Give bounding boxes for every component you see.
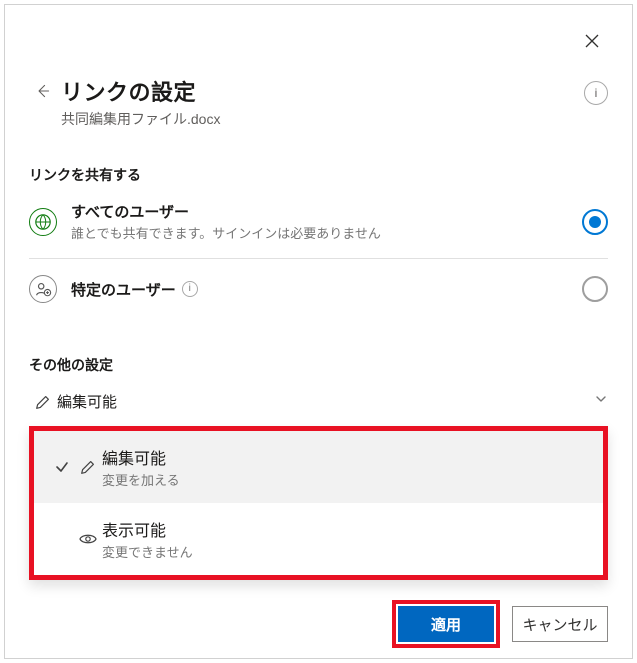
arrow-left-icon xyxy=(35,81,51,101)
option-text: 表示可能 変更できません xyxy=(102,517,587,561)
scope-text: すべてのユーザー 誰とでも共有できます。サインインは必要ありません xyxy=(71,201,582,242)
dialog-title: リンクの設定 xyxy=(61,75,584,107)
permission-option-view[interactable]: 表示可能 変更できません xyxy=(34,503,603,575)
chevron-down-icon xyxy=(594,392,608,411)
close-button[interactable] xyxy=(576,25,608,57)
section-other-label: その他の設定 xyxy=(29,355,608,375)
section-share-label: リンクを共有する xyxy=(29,165,608,185)
option-text: 編集可能 変更を加える xyxy=(102,445,587,489)
permission-option-edit[interactable]: 編集可能 変更を加える xyxy=(34,431,603,503)
permission-dropdown-highlight: 編集可能 変更を加える 表示可能 変更できません xyxy=(29,426,608,580)
dialog-footer: 適用 キャンセル xyxy=(29,600,608,648)
info-icon: i xyxy=(595,87,598,99)
eye-icon xyxy=(74,529,102,549)
option-view-desc: 変更できません xyxy=(102,542,587,561)
scope-anyone-title: すべてのユーザー xyxy=(71,201,582,222)
scope-anyone-desc: 誰とでも共有できます。サインインは必要ありません xyxy=(71,223,582,242)
info-button[interactable]: i xyxy=(584,81,608,105)
radio-specific[interactable] xyxy=(582,276,608,302)
scope-option-specific[interactable]: 特定のユーザー i xyxy=(29,259,608,319)
globe-icon xyxy=(29,208,57,236)
pencil-icon xyxy=(29,393,57,411)
apply-highlight: 適用 xyxy=(392,600,500,648)
dialog-header: リンクの設定 共同編集用ファイル.docx i xyxy=(29,75,608,129)
scope-specific-title: 特定のユーザー xyxy=(71,279,176,300)
pencil-icon xyxy=(74,458,102,476)
permission-current: 編集可能 xyxy=(57,391,594,412)
option-view-title: 表示可能 xyxy=(102,517,587,541)
permission-dropdown-trigger[interactable]: 編集可能 xyxy=(29,381,608,422)
scope-text: 特定のユーザー i xyxy=(71,279,582,300)
dialog-subtitle: 共同編集用ファイル.docx xyxy=(61,109,584,129)
close-row xyxy=(29,25,608,57)
link-settings-dialog: リンクの設定 共同編集用ファイル.docx i リンクを共有する すべてのユーザ… xyxy=(4,4,633,659)
cancel-button[interactable]: キャンセル xyxy=(512,606,608,642)
radio-anyone[interactable] xyxy=(582,209,608,235)
info-icon[interactable]: i xyxy=(182,281,198,297)
people-add-icon xyxy=(29,275,57,303)
option-edit-desc: 変更を加える xyxy=(102,470,587,489)
check-icon xyxy=(50,460,74,474)
apply-button[interactable]: 適用 xyxy=(398,606,494,642)
title-block: リンクの設定 共同編集用ファイル.docx xyxy=(61,75,584,129)
back-button[interactable] xyxy=(29,77,57,105)
close-icon xyxy=(584,33,600,49)
scope-option-anyone[interactable]: すべてのユーザー 誰とでも共有できます。サインインは必要ありません xyxy=(29,185,608,258)
scope-specific-row: 特定のユーザー i xyxy=(71,279,582,300)
option-edit-title: 編集可能 xyxy=(102,445,587,469)
